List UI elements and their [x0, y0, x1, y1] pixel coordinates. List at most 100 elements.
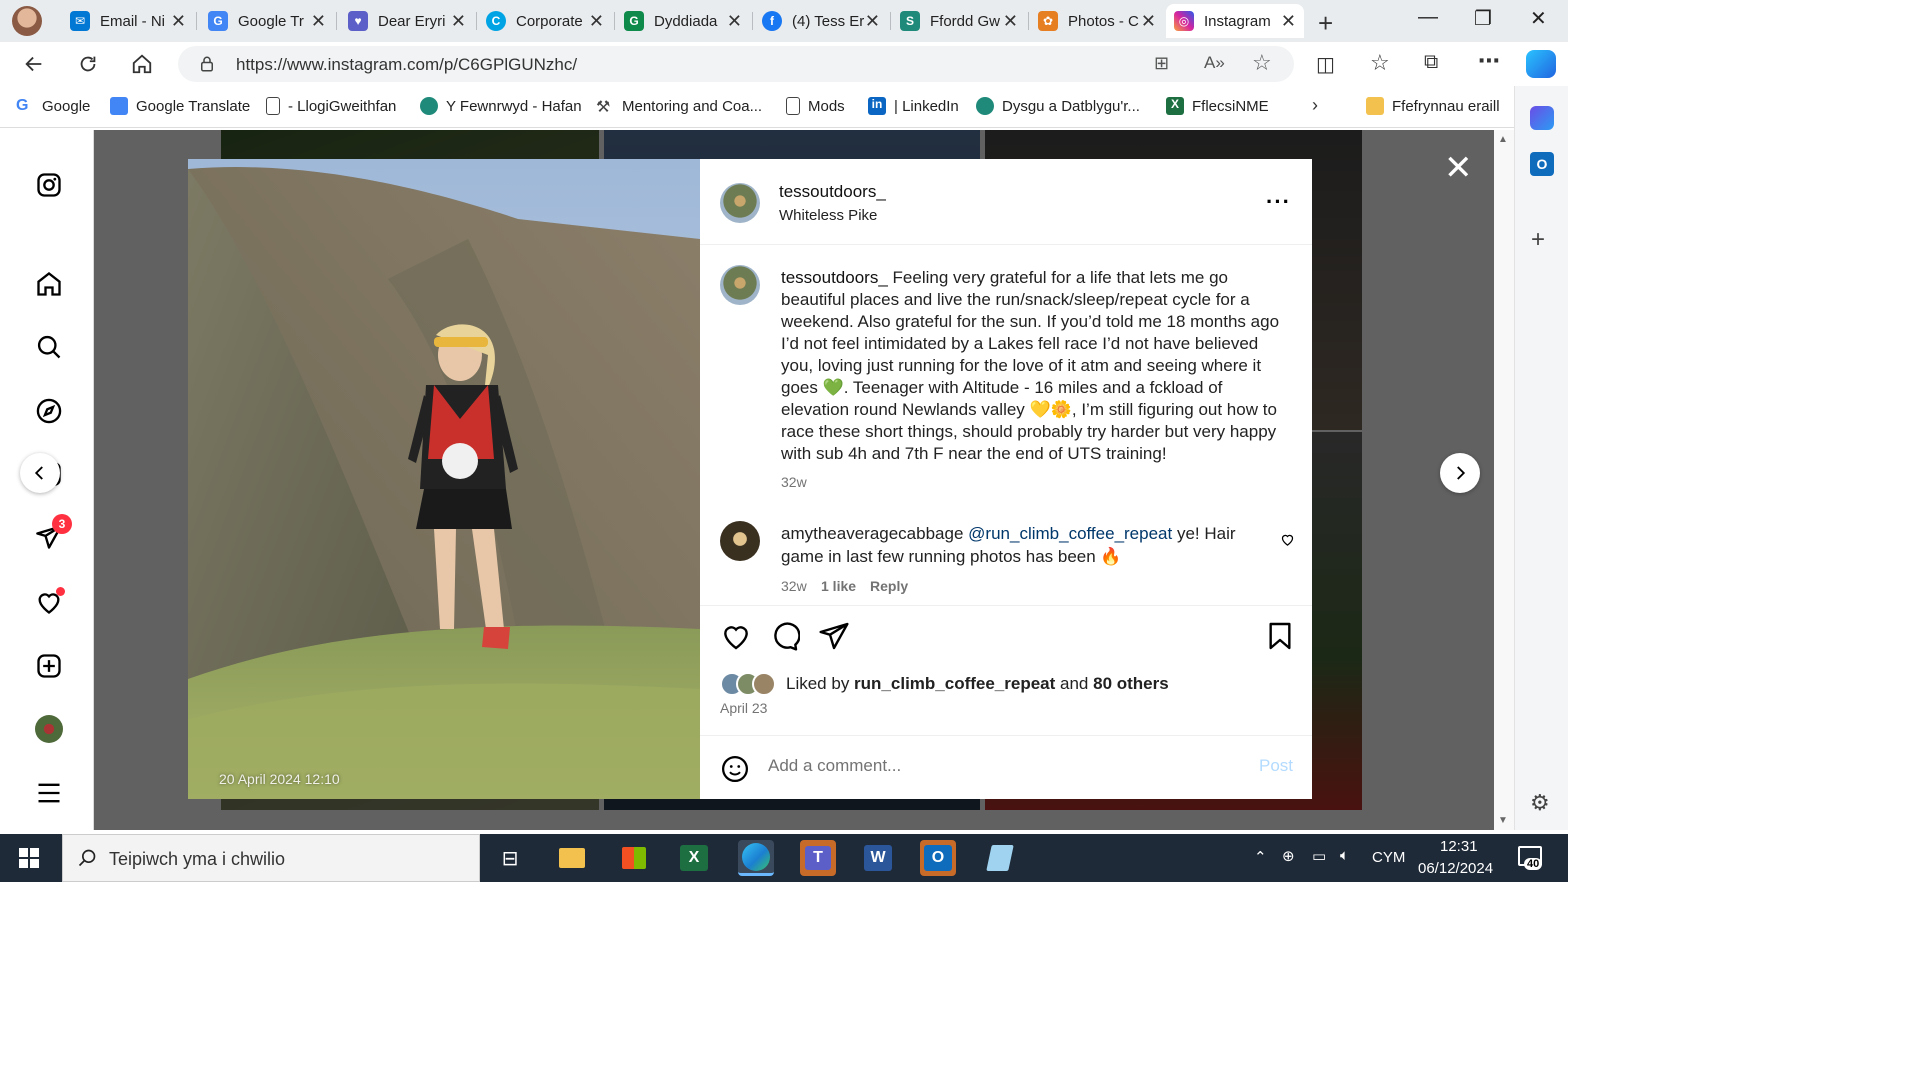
outlook-sidebar-icon[interactable]: O — [1530, 152, 1554, 176]
search-icon[interactable] — [32, 330, 66, 364]
settings-more-icon[interactable]: ⋯ — [1478, 48, 1500, 74]
bookmark-dysgu[interactable]: Dysgu a Datblygu'r... — [976, 97, 1140, 115]
notepad-icon[interactable] — [982, 840, 1018, 876]
bookmark-google[interactable]: G Google — [16, 97, 90, 115]
post-date[interactable]: April 23 — [720, 700, 767, 716]
tab-facebook[interactable]: f (4) Tess Er ✕ — [754, 4, 888, 38]
outlook-icon[interactable]: O — [920, 840, 956, 876]
bookmark-mods[interactable]: Mods — [786, 97, 845, 115]
language-indicator[interactable]: CYM — [1372, 849, 1405, 866]
taskbar-search-box[interactable]: Teipiwch yma i chwilio — [62, 834, 480, 882]
tab-ffordd[interactable]: S Ffordd Gw ✕ — [892, 4, 1026, 38]
comment-bubble-icon[interactable] — [768, 620, 800, 652]
post-location[interactable]: Whiteless Pike — [779, 207, 877, 224]
minimize-button[interactable]: — — [1418, 6, 1438, 29]
previous-post-button[interactable] — [20, 453, 60, 493]
microsoft-store-icon[interactable] — [616, 840, 652, 876]
reply-button[interactable]: Reply — [870, 578, 908, 594]
file-explorer-icon[interactable] — [554, 840, 590, 876]
tab-photos[interactable]: ✿ Photos - C ✕ — [1030, 4, 1164, 38]
bookmark-fewnrwyd[interactable]: Y Fewnrwyd - Hafan — [420, 97, 582, 115]
lock-icon[interactable] — [198, 55, 216, 73]
task-view-icon[interactable]: ⊟ — [492, 840, 528, 876]
close-tab-icon[interactable]: ✕ — [1141, 11, 1156, 32]
messages-icon[interactable]: 3 — [32, 514, 72, 554]
refresh-button[interactable] — [74, 50, 102, 78]
liker-avatars[interactable] — [720, 672, 782, 696]
read-aloud-icon[interactable]: A» — [1204, 53, 1225, 73]
tab-corporate[interactable]: C Corporate ✕ — [478, 4, 612, 38]
post-photo[interactable]: 20 April 2024 12:10 — [188, 159, 700, 799]
tab-dyddiadau[interactable]: G Dyddiada ✕ — [616, 4, 750, 38]
next-post-button[interactable] — [1440, 453, 1480, 493]
caption-author[interactable]: tessoutdoors_ — [781, 268, 888, 287]
post-comment-button[interactable]: Post — [1259, 756, 1293, 776]
more-options-icon[interactable]: ··· — [1266, 189, 1291, 215]
comment-age[interactable]: 32w — [781, 578, 807, 594]
tab-google-translate[interactable]: G Google Tr ✕ — [200, 4, 334, 38]
tab-email[interactable]: ✉ Email - Ni ✕ — [62, 4, 194, 38]
volume-icon[interactable]: 🔈︎ — [1340, 847, 1349, 864]
menu-hamburger-icon[interactable] — [32, 776, 66, 810]
battery-icon[interactable]: ▭ — [1312, 847, 1326, 865]
close-tab-icon[interactable]: ✕ — [311, 11, 326, 32]
favorites-icon[interactable]: ☆ — [1370, 50, 1390, 76]
close-window-button[interactable]: ✕ — [1530, 6, 1547, 31]
apps-icon[interactable]: ⊞ — [1154, 53, 1169, 74]
url-bar[interactable]: https://www.instagram.com/p/C6GPlGUNzhc/… — [178, 46, 1294, 82]
like-heart-icon[interactable] — [720, 620, 752, 652]
profile-avatar-icon[interactable] — [32, 712, 66, 746]
maximize-button[interactable]: ❐ — [1474, 6, 1492, 31]
tab-instagram[interactable]: ◎ Instagram ✕ — [1166, 4, 1304, 38]
close-tab-icon[interactable]: ✕ — [727, 11, 742, 32]
clock-date[interactable]: 06/12/2024 — [1418, 860, 1493, 877]
new-tab-button[interactable]: + — [1318, 8, 1333, 39]
comment-likes[interactable]: 1 like — [821, 578, 856, 594]
bookmark-fflecsi[interactable]: X FflecsiNME — [1166, 97, 1269, 115]
close-tab-icon[interactable]: ✕ — [589, 11, 604, 32]
home-icon[interactable] — [32, 267, 66, 301]
tab-dear-eryri[interactable]: ♥ Dear Eryri ✕ — [340, 4, 474, 38]
excel-icon[interactable]: X — [676, 840, 712, 876]
teams-icon[interactable]: T — [800, 840, 836, 876]
explore-compass-icon[interactable] — [32, 394, 66, 428]
collections-icon[interactable]: ⧉ — [1424, 51, 1438, 74]
author-avatar[interactable] — [720, 183, 760, 223]
close-tab-icon[interactable]: ✕ — [1281, 11, 1296, 32]
edge-browser-icon[interactable] — [738, 840, 774, 876]
create-post-icon[interactable] — [32, 649, 66, 683]
commenter-avatar[interactable] — [720, 521, 760, 561]
liked-by-others[interactable]: 80 others — [1093, 674, 1169, 693]
caption-author-avatar[interactable] — [720, 265, 760, 305]
network-icon[interactable]: ⊕ — [1282, 847, 1295, 865]
comment-mention[interactable]: @run_climb_coffee_repeat — [968, 524, 1172, 543]
profile-avatar[interactable] — [12, 6, 42, 36]
home-button[interactable] — [128, 50, 156, 78]
split-screen-icon[interactable]: ◫ — [1316, 52, 1335, 77]
clock-time[interactable]: 12:31 — [1440, 838, 1478, 855]
sidebar-settings-gear-icon[interactable]: ⚙ — [1530, 790, 1550, 816]
url-text[interactable]: https://www.instagram.com/p/C6GPlGUNzhc/ — [236, 55, 577, 75]
copilot-sidebar-icon[interactable] — [1530, 106, 1554, 130]
favorite-star-icon[interactable]: ☆ — [1252, 50, 1272, 76]
scrollbar[interactable]: ▲ ▼ — [1494, 130, 1514, 830]
add-sidebar-app-icon[interactable]: + — [1531, 226, 1545, 254]
comment-author[interactable]: amytheaveragecabbage — [781, 524, 963, 543]
word-icon[interactable]: W — [860, 840, 896, 876]
bookmark-google-translate[interactable]: Google Translate — [110, 97, 250, 115]
bookmark-mentoring[interactable]: ⚒ Mentoring and Coa... — [596, 97, 762, 117]
chevron-right-icon[interactable]: › — [1312, 95, 1318, 116]
chevron-up-icon[interactable]: ⌃ — [1254, 848, 1267, 866]
emoji-icon[interactable] — [720, 754, 750, 784]
close-tab-icon[interactable]: ✕ — [1003, 11, 1018, 32]
windows-start-icon[interactable] — [19, 848, 39, 868]
share-send-icon[interactable] — [818, 620, 850, 652]
close-tab-icon[interactable]: ✕ — [451, 11, 466, 32]
other-favorites-folder[interactable]: Ffefrynnau eraill — [1366, 97, 1500, 115]
close-tab-icon[interactable]: ✕ — [171, 11, 186, 32]
liked-by-user[interactable]: run_climb_coffee_repeat — [854, 674, 1055, 693]
save-bookmark-icon[interactable] — [1264, 620, 1296, 652]
like-comment-heart-icon[interactable] — [1280, 532, 1295, 552]
author-username[interactable]: tessoutdoors_ — [779, 182, 886, 202]
close-modal-icon[interactable]: ✕ — [1444, 148, 1473, 188]
